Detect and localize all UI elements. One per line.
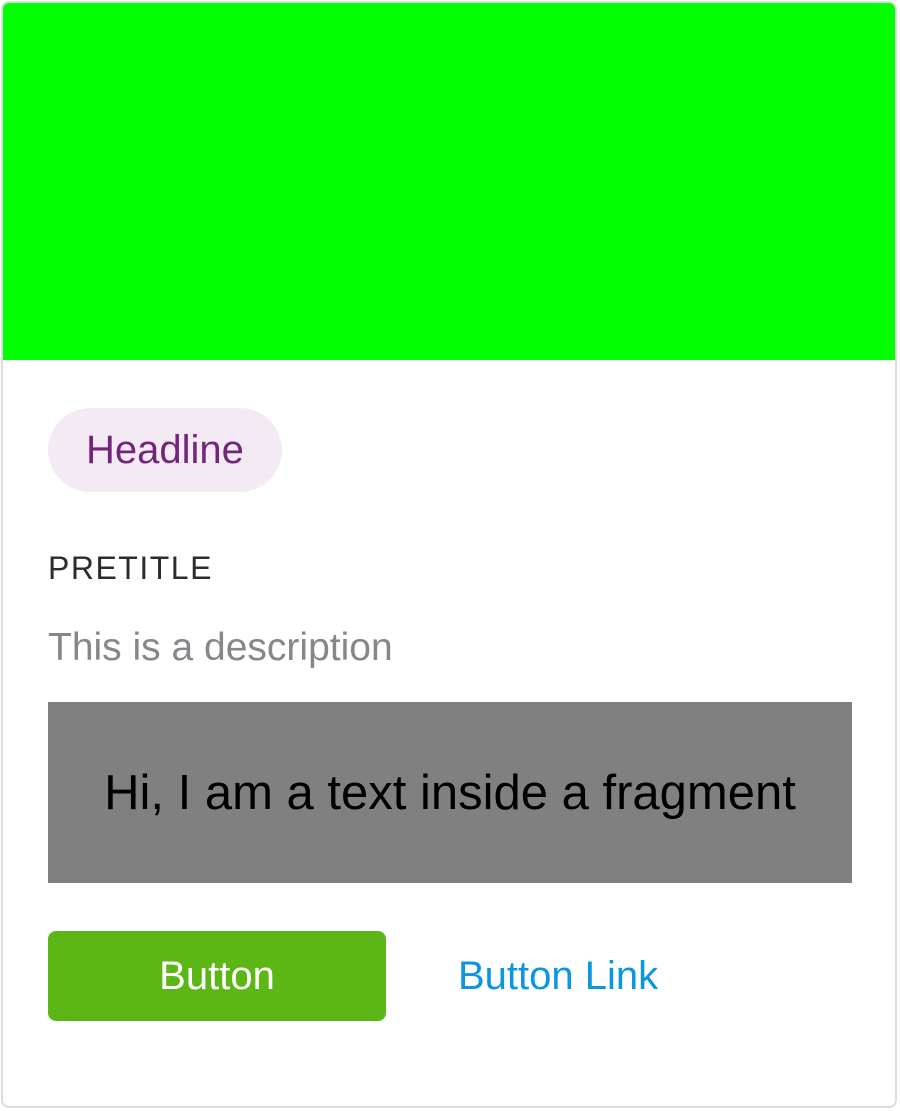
card-content: Headline PRETITLE This is a description … — [48, 408, 852, 1021]
primary-button[interactable]: Button — [48, 931, 386, 1021]
card: Headline PRETITLE This is a description … — [1, 1, 897, 1108]
headline-tag: Headline — [48, 408, 282, 492]
fragment-text: Hi, I am a text inside a fragment — [104, 765, 796, 820]
card-actions: Button Button Link — [48, 931, 852, 1021]
fragment-box: Hi, I am a text inside a fragment — [48, 702, 852, 883]
card-media — [3, 3, 895, 360]
link-button[interactable]: Button Link — [458, 954, 658, 999]
description: This is a description — [48, 626, 393, 669]
pretitle: PRETITLE — [48, 550, 213, 586]
